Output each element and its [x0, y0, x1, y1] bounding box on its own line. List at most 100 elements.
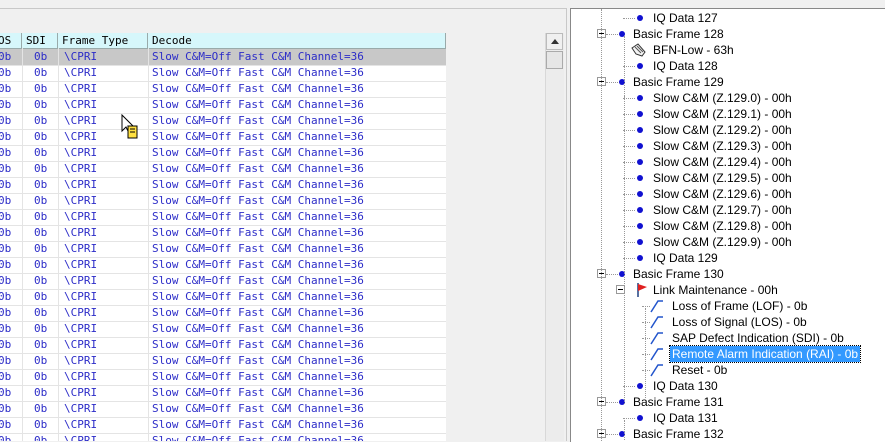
tree-node-label[interactable]: Link Maintenance - 00h [653, 282, 778, 298]
tree-connector [642, 306, 650, 307]
table-row[interactable]: 0b 0b \CPRI Slow C&M=Off Fast C&M Channel=3… [0, 321, 446, 338]
table-row[interactable]: 0b 0b \CPRI Slow C&M=Off Fast C&M Channel=3… [0, 49, 446, 66]
table-row[interactable]: 0b 0b \CPRI Slow C&M=Off Fast C&M Channel=3… [0, 193, 446, 210]
table-cell: Slow C&M=Off Fast C&M Channel=36 [152, 402, 364, 415]
table-cell: 0b [34, 194, 48, 207]
scroll-up-button[interactable] [546, 33, 563, 50]
node-bullet-icon [637, 95, 643, 101]
tree-node-frame[interactable]: Basic Frame 132 [633, 426, 724, 442]
tree-node-frame[interactable]: Basic Frame 131 [633, 394, 724, 410]
tree-node-frame[interactable]: Basic Frame 130 [633, 266, 724, 282]
table-row[interactable]: 0b 0b \CPRI Slow C&M=Off Fast C&M Channel=3… [0, 273, 446, 290]
table-cell: 0b [34, 82, 48, 95]
table-row[interactable]: 0b 0b \CPRI Slow C&M=Off Fast C&M Channel=3… [0, 65, 446, 82]
tree-guide-line [601, 9, 602, 442]
tree-guide-line [624, 292, 625, 404]
tree-connector [606, 82, 618, 83]
grid-vertical-scrollbar[interactable] [545, 33, 564, 441]
table-row[interactable]: 0b 0b \CPRI Slow C&M=Off Fast C&M Channel=3… [0, 113, 446, 130]
tree-node-label[interactable]: Reset - 0b [672, 362, 727, 378]
table-row[interactable]: 0b 0b \CPRI Slow C&M=Off Fast C&M Channel=3… [0, 433, 446, 441]
table-cell: 0b [0, 370, 12, 383]
table-cell: 0b [34, 258, 48, 271]
table-cell: 0b [0, 354, 12, 367]
table-row[interactable]: 0b 0b \CPRI Slow C&M=Off Fast C&M Channel=3… [0, 241, 446, 258]
tree-node-label[interactable]: Slow C&M (Z.129.6) - 00h [653, 186, 792, 202]
tree-node-label[interactable]: IQ Data 127 [653, 10, 718, 26]
tree-node-label[interactable]: IQ Data 128 [653, 58, 718, 74]
table-cell: \CPRI [64, 386, 98, 399]
frame-tree[interactable]: IQ Data 127 Basic Frame 128 BFN-Low - 63h I… [570, 8, 885, 442]
table-row[interactable]: 0b 0b \CPRI Slow C&M=Off Fast C&M Channel=3… [0, 97, 446, 114]
table-cell: \CPRI [64, 322, 98, 335]
decode-grid[interactable]: OS SDI Frame Type Decode 0b 0b \CPRI Slow C… [0, 33, 446, 441]
table-cell: 0b [0, 98, 12, 111]
table-row[interactable]: 0b 0b \CPRI Slow C&M=Off Fast C&M Channel=3… [0, 417, 446, 434]
column-header-frame-type[interactable]: Frame Type [58, 33, 148, 48]
table-row[interactable]: 0b 0b \CPRI Slow C&M=Off Fast C&M Channel=3… [0, 209, 446, 226]
table-cell: Slow C&M=Off Fast C&M Channel=36 [152, 130, 364, 143]
tree-node-label[interactable]: IQ Data 130 [653, 378, 718, 394]
tree-node-label[interactable]: Slow C&M (Z.129.5) - 00h [653, 170, 792, 186]
table-cell: 0b [0, 226, 12, 239]
table-row[interactable]: 0b 0b \CPRI Slow C&M=Off Fast C&M Channel=3… [0, 129, 446, 146]
table-cell: 0b [34, 162, 48, 175]
table-row[interactable]: 0b 0b \CPRI Slow C&M=Off Fast C&M Channel=3… [0, 177, 446, 194]
tree-connector [606, 274, 618, 275]
table-cell: 0b [34, 402, 48, 415]
table-row[interactable]: 0b 0b \CPRI Slow C&M=Off Fast C&M Channel=3… [0, 257, 446, 274]
table-cell: 0b [0, 242, 12, 255]
tree-node-label[interactable]: Slow C&M (Z.129.0) - 00h [653, 90, 792, 106]
tree-node-frame[interactable]: Basic Frame 128 [633, 26, 724, 42]
tree-node-label[interactable]: Remote Alarm Indication (RAI) - 0b [668, 345, 862, 363]
table-cell: Slow C&M=Off Fast C&M Channel=36 [152, 434, 364, 441]
tree-node-label[interactable]: Slow C&M (Z.129.1) - 00h [653, 106, 792, 122]
tree-node-label[interactable]: IQ Data 129 [653, 250, 718, 266]
table-cell: 0b [34, 130, 48, 143]
scroll-thumb[interactable] [546, 51, 563, 69]
table-cell: 0b [0, 66, 12, 79]
table-cell: \CPRI [64, 194, 98, 207]
tree-node-label[interactable]: BFN-Low - 63h [653, 42, 734, 58]
grid-column-line [148, 48, 149, 441]
table-row[interactable]: 0b 0b \CPRI Slow C&M=Off Fast C&M Channel=3… [0, 289, 446, 306]
table-cell: 0b [34, 210, 48, 223]
tree-node-label[interactable]: Loss of Signal (LOS) - 0b [672, 314, 807, 330]
tree-node-label[interactable]: Slow C&M (Z.129.4) - 00h [653, 154, 792, 170]
table-row[interactable]: 0b 0b \CPRI Slow C&M=Off Fast C&M Channel=3… [0, 225, 446, 242]
table-cell: \CPRI [64, 402, 98, 415]
table-cell: 0b [0, 114, 12, 127]
tree-node-label[interactable]: Slow C&M (Z.129.8) - 00h [653, 218, 792, 234]
table-row[interactable]: 0b 0b \CPRI Slow C&M=Off Fast C&M Channel=3… [0, 161, 446, 178]
column-header-sdi[interactable]: SDI [22, 33, 58, 48]
table-cell: Slow C&M=Off Fast C&M Channel=36 [152, 354, 364, 367]
tree-node-label[interactable]: Slow C&M (Z.129.7) - 00h [653, 202, 792, 218]
tree-node-label[interactable]: Slow C&M (Z.129.3) - 00h [653, 138, 792, 154]
tree-node-label[interactable]: Slow C&M (Z.129.2) - 00h [653, 122, 792, 138]
table-row[interactable]: 0b 0b \CPRI Slow C&M=Off Fast C&M Channel=3… [0, 353, 446, 370]
table-row[interactable]: 0b 0b \CPRI Slow C&M=Off Fast C&M Channel=3… [0, 81, 446, 98]
node-bullet-icon [637, 239, 643, 245]
table-cell: 0b [34, 370, 48, 383]
tree-node-label[interactable]: SAP Defect Indication (SDI) - 0b [672, 330, 844, 346]
table-cell: Slow C&M=Off Fast C&M Channel=36 [152, 418, 364, 431]
table-row[interactable]: 0b 0b \CPRI Slow C&M=Off Fast C&M Channel=3… [0, 401, 446, 418]
tree-node-label[interactable]: Loss of Frame (LOF) - 0b [672, 298, 807, 314]
tree-node-frame[interactable]: Basic Frame 129 [633, 74, 724, 90]
table-row[interactable]: 0b 0b \CPRI Slow C&M=Off Fast C&M Channel=3… [0, 305, 446, 322]
table-row[interactable]: 0b 0b \CPRI Slow C&M=Off Fast C&M Channel=3… [0, 337, 446, 354]
table-row[interactable]: 0b 0b \CPRI Slow C&M=Off Fast C&M Channel=3… [0, 145, 446, 162]
table-cell: \CPRI [64, 338, 98, 351]
table-cell: 0b [0, 130, 12, 143]
table-cell: 0b [34, 98, 48, 111]
tree-node-label[interactable]: Slow C&M (Z.129.9) - 00h [653, 234, 792, 250]
table-row[interactable]: 0b 0b \CPRI Slow C&M=Off Fast C&M Channel=3… [0, 385, 446, 402]
table-row[interactable]: 0b 0b \CPRI Slow C&M=Off Fast C&M Channel=3… [0, 369, 446, 386]
table-cell: \CPRI [64, 226, 98, 239]
table-cell: 0b [34, 290, 48, 303]
tree-node-label[interactable]: IQ Data 131 [653, 410, 718, 426]
table-cell: \CPRI [64, 274, 98, 287]
column-header-decode[interactable]: Decode [148, 33, 446, 48]
column-header-os[interactable]: OS [0, 33, 22, 48]
signal-edge-icon [650, 364, 663, 377]
